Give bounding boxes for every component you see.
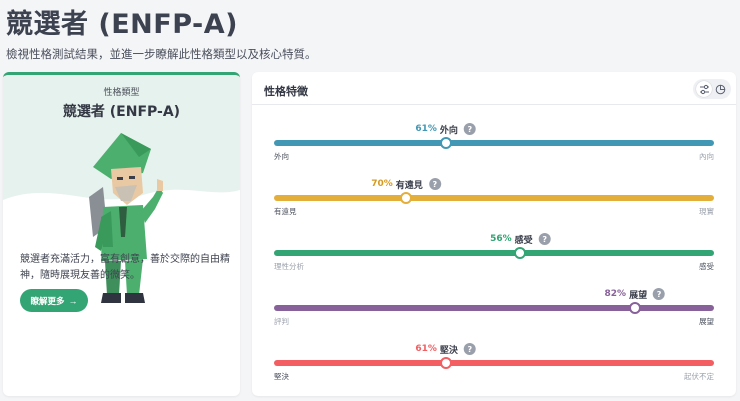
pie-chart-icon[interactable] [712, 81, 728, 97]
trait-bar [274, 305, 714, 311]
trait-right-label: 現實 [699, 207, 714, 216]
trait-left-label: 堅決 [274, 372, 289, 381]
trait-header: 56% 感受? [490, 232, 551, 246]
trait-left-label: 外向 [274, 152, 289, 161]
help-icon[interactable]: ? [463, 123, 476, 135]
trait-percent: 82% [604, 289, 627, 299]
learn-more-label: 瞭解更多 [30, 295, 65, 306]
trait-header: 70% 有遠見? [371, 177, 441, 191]
trait-percent: 61% [415, 124, 437, 134]
trait-row: 70% 有遠見? 有遠見 現實 [274, 177, 714, 217]
help-icon[interactable]: ? [653, 288, 666, 300]
help-icon[interactable]: ? [428, 178, 441, 190]
trait-header: 61% 外向? [415, 122, 476, 136]
trait-percent: 56% [490, 234, 512, 244]
trait-left-label: 有遠見 [274, 207, 297, 216]
trait-knob[interactable] [439, 357, 452, 369]
trait-bar [274, 140, 714, 146]
trait-name: 感受 [514, 235, 533, 246]
type-description: 競選者充滿活力，富有創意，善於交際的自由精神，隨時展現友善的微笑。 [20, 254, 230, 281]
view-toggle[interactable] [693, 79, 731, 99]
help-icon[interactable]: ? [538, 233, 551, 245]
learn-more-button[interactable]: 瞭解更多 → [20, 289, 88, 312]
personality-traits-card: 性格特徵 61% 外向? 外向 內向 70% 有遠見? 有遠見 現實 56% 感受? 理性分析 感受 8… [252, 72, 736, 396]
trait-name: 有遠見 [395, 180, 423, 191]
trait-knob[interactable] [628, 302, 641, 314]
sliders-icon[interactable] [696, 81, 712, 97]
trait-percent: 70% [371, 179, 393, 189]
page-subtitle: 檢視性格測試結果，並進一步瞭解此性格類型以及核心特質。 [6, 47, 317, 61]
personality-type-card: 性格類型 競選者 (ENFP-A) 競選者充滿活力，富有創意，善於交際的自由精神… [3, 72, 240, 396]
trait-right-label: 展望 [699, 317, 714, 326]
trait-row: 82% 展望? 評判 展望 [274, 287, 714, 327]
card-divider [252, 104, 736, 105]
trait-name: 堅決 [439, 345, 458, 356]
trait-knob[interactable] [439, 137, 452, 149]
trait-knob[interactable] [400, 192, 412, 204]
trait-name: 外向 [439, 125, 458, 136]
trait-row: 56% 感受? 理性分析 感受 [274, 232, 714, 272]
trait-right-label: 感受 [699, 262, 714, 271]
trait-name: 展望 [629, 290, 648, 301]
trait-row: 61% 堅決? 堅決 起伏不定 [274, 342, 714, 382]
trait-bar [274, 250, 714, 256]
trait-row: 61% 外向? 外向 內向 [274, 122, 714, 162]
trait-left-label: 評判 [274, 317, 289, 326]
trait-bar [274, 195, 714, 201]
trait-right-label: 內向 [699, 152, 714, 161]
trait-knob[interactable] [514, 247, 527, 259]
trait-header: 61% 堅決? [415, 342, 476, 356]
trait-bar [274, 360, 714, 366]
type-label: 性格類型 [103, 88, 140, 98]
help-icon[interactable]: ? [463, 343, 476, 355]
trait-percent: 61% [415, 344, 437, 354]
trait-right-label: 起伏不定 [684, 372, 714, 381]
trait-header: 82% 展望? [605, 287, 666, 301]
type-name: 競選者 (ENFP-A) [62, 104, 181, 120]
trait-left-label: 理性分析 [274, 262, 304, 271]
page-title: 競選者 (ENFP-A) [6, 9, 238, 40]
traits-title: 性格特徵 [264, 85, 308, 98]
arrow-right-icon: → [68, 295, 78, 306]
